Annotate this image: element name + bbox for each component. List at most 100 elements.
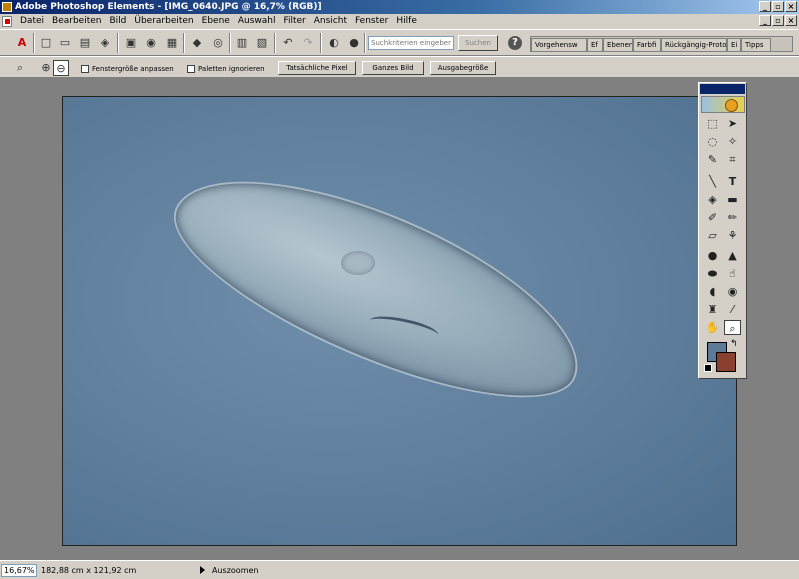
- gradient-icon[interactable]: ▬: [724, 192, 741, 207]
- save-icon[interactable]: ▣: [123, 35, 139, 51]
- sharpen-icon[interactable]: ▲: [724, 248, 741, 263]
- adobe-logo-icon: [2, 16, 12, 27]
- palette-well: Vorgehensw Ef Ebenen Farbfi Rückgängig-P…: [530, 36, 793, 52]
- online-services-icon[interactable]: ◆: [189, 35, 205, 51]
- redo-icon[interactable]: ↷: [300, 35, 316, 51]
- adobe-online-icon[interactable]: A: [14, 35, 30, 51]
- background-color-swatch[interactable]: [716, 352, 736, 372]
- clone-stamp-icon[interactable]: ♜: [704, 302, 721, 317]
- vacuole-shape: [341, 251, 375, 275]
- eyedropper-icon[interactable]: ⁄: [724, 302, 741, 317]
- pencil-icon[interactable]: ✏: [724, 210, 741, 225]
- toolbox: ⬚ ➤ ◌ ✧ ✎ ⌗ ╲ T ◈ ▬ ✐ ✏ ▱ ⚘ ● ▲ ⬬ ☝ ◖ ◉ …: [698, 82, 747, 379]
- browse-icon[interactable]: ▤: [77, 35, 93, 51]
- menu-bar: Datei Bearbeiten Bild Überarbeiten Ebene…: [0, 14, 799, 29]
- menu-filter[interactable]: Filter: [279, 14, 309, 29]
- status-message: Auszoomen: [212, 566, 259, 575]
- close-button[interactable]: ×: [785, 1, 797, 12]
- search-button[interactable]: Suchen: [458, 35, 498, 51]
- menu-fenster[interactable]: Fenster: [351, 14, 392, 29]
- tab-rueckgaengig-protokoll[interactable]: Rückgängig-Protok: [661, 38, 727, 51]
- options-bar: ⌕ ⊕ ⊖ Fenstergröße anpassen Paletten ign…: [0, 56, 799, 78]
- print-preview-icon[interactable]: ◎: [210, 35, 226, 51]
- status-bar: 16,67% 182,88 cm x 121,92 cm Auszoomen: [0, 560, 799, 579]
- eraser-icon[interactable]: ▱: [704, 228, 721, 243]
- zoom-tool-option-icon: ⌕: [16, 61, 24, 74]
- doc-restore-button[interactable]: ▫: [772, 15, 784, 26]
- ignore-palettes-checkbox[interactable]: Paletten ignorieren: [187, 64, 265, 74]
- menu-ueberarbeiten[interactable]: Überarbeiten: [130, 14, 197, 29]
- elements-logo[interactable]: [701, 96, 745, 113]
- print-icon[interactable]: ▥: [234, 35, 250, 51]
- brush-icon[interactable]: ✐: [704, 210, 721, 225]
- status-menu-arrow-icon[interactable]: [200, 566, 205, 574]
- print-size-button[interactable]: Ausgabegröße: [430, 61, 496, 75]
- checkbox-icon: [81, 65, 89, 73]
- zoom-out-icon[interactable]: ⊖: [53, 60, 69, 76]
- zoom-level-field[interactable]: 16,67%: [1, 564, 37, 577]
- undo-icon[interactable]: ↶: [280, 35, 296, 51]
- new-file-icon[interactable]: □: [38, 35, 54, 51]
- magic-wand-icon[interactable]: ✧: [724, 134, 741, 149]
- page-setup-icon[interactable]: ▧: [254, 35, 270, 51]
- menu-datei[interactable]: Datei: [16, 14, 48, 29]
- help-icon[interactable]: ?: [508, 36, 522, 50]
- tab-ei[interactable]: Ei: [727, 38, 741, 51]
- app-icon: [2, 2, 12, 12]
- menu-auswahl[interactable]: Auswahl: [234, 14, 280, 29]
- tab-ebenen[interactable]: Ebenen: [603, 38, 633, 51]
- tab-effekte[interactable]: Ef: [587, 38, 603, 51]
- save-web-icon[interactable]: ◉: [143, 35, 159, 51]
- swap-colors-icon[interactable]: ↰: [730, 339, 738, 349]
- fit-window-checkbox[interactable]: Fenstergröße anpassen: [81, 64, 174, 74]
- checkbox-icon: [187, 65, 195, 73]
- menu-hilfe[interactable]: Hilfe: [392, 14, 420, 29]
- shortcuts-bar: A □ ▭ ▤ ◈ ▣ ◉ ▦ ◆ ◎ ▥ ▧ ↶ ↷ ◐ ● Suchen ?…: [0, 29, 799, 56]
- menu-bearbeiten[interactable]: Bearbeiten: [48, 14, 105, 29]
- tab-farbfelder[interactable]: Farbfi: [633, 38, 661, 51]
- tab-tipps[interactable]: Tipps: [741, 38, 771, 51]
- actual-pixels-button[interactable]: Tatsächliche Pixel: [278, 61, 356, 75]
- minimize-button[interactable]: _: [759, 1, 771, 12]
- paramecium-image: [152, 138, 604, 436]
- doc-close-button[interactable]: ×: [785, 15, 797, 26]
- doc-minimize-button[interactable]: _: [759, 15, 771, 26]
- default-colors-icon[interactable]: [704, 364, 712, 372]
- search-input[interactable]: [368, 36, 454, 50]
- menu-ebene[interactable]: Ebene: [198, 14, 234, 29]
- document-size: 182,88 cm x 121,92 cm: [41, 566, 137, 575]
- line-icon[interactable]: ╲: [704, 174, 721, 189]
- blur-icon[interactable]: ●: [704, 248, 721, 263]
- lasso-icon[interactable]: ◌: [704, 134, 721, 149]
- ignore-palettes-label: Paletten ignorieren: [198, 65, 265, 73]
- type-icon[interactable]: T: [724, 174, 741, 189]
- red-eye-icon[interactable]: ◉: [724, 284, 741, 299]
- toolbox-titlebar[interactable]: [700, 84, 745, 94]
- paint-bucket-icon[interactable]: ◈: [704, 192, 721, 207]
- import-icon[interactable]: ◈: [97, 35, 113, 51]
- move-icon[interactable]: ➤: [724, 116, 741, 131]
- selection-brush-icon[interactable]: ✎: [704, 152, 721, 167]
- fit-window-label: Fenstergröße anpassen: [92, 65, 174, 73]
- menu-ansicht[interactable]: Ansicht: [310, 14, 351, 29]
- smudge-icon[interactable]: ☝: [724, 266, 741, 281]
- open-file-icon[interactable]: ▭: [57, 35, 73, 51]
- burn-icon[interactable]: ◖: [704, 284, 721, 299]
- title-bar: Adobe Photoshop Elements - [IMG_0640.JPG…: [0, 0, 799, 14]
- tab-vorgehensweisen[interactable]: Vorgehensw: [531, 38, 587, 51]
- step-icon[interactable]: ●: [346, 35, 362, 51]
- window-title: Adobe Photoshop Elements - [IMG_0640.JPG…: [15, 2, 322, 12]
- zoom-icon[interactable]: ⌕: [724, 320, 741, 335]
- quick-fix-icon[interactable]: ◐: [326, 35, 342, 51]
- menu-bild[interactable]: Bild: [105, 14, 130, 29]
- maximize-button[interactable]: ▫: [772, 1, 784, 12]
- fit-screen-button[interactable]: Ganzes Bild: [362, 61, 424, 75]
- impressionist-brush-icon[interactable]: ⚘: [724, 228, 741, 243]
- hand-icon[interactable]: ✋: [704, 320, 721, 335]
- sponge-icon[interactable]: ⬬: [704, 266, 721, 281]
- document-canvas[interactable]: [62, 96, 737, 546]
- marquee-icon[interactable]: ⬚: [704, 116, 721, 131]
- attach-email-icon[interactable]: ▦: [164, 35, 180, 51]
- crop-icon[interactable]: ⌗: [724, 152, 741, 167]
- zoom-in-icon[interactable]: ⊕: [38, 60, 54, 76]
